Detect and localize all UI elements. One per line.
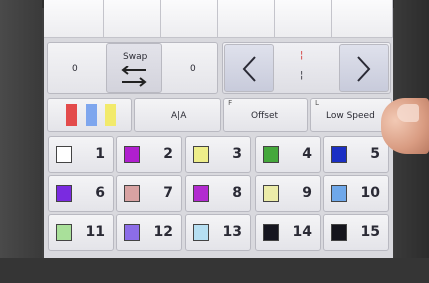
color-swatch-8 — [193, 185, 209, 202]
grid-cell[interactable] — [218, 0, 275, 38]
color-button-12[interactable]: 12 — [116, 214, 182, 251]
color-button-2[interactable]: 2 — [116, 136, 182, 173]
color-button-8[interactable]: 8 — [185, 175, 251, 212]
device-bezel-left — [0, 0, 42, 283]
color-swatch-2 — [124, 146, 140, 163]
color-button-14[interactable]: 14 — [255, 214, 321, 251]
swap-arrows-icon — [121, 66, 147, 87]
color-swatch-14 — [263, 224, 279, 241]
swap-left-value: 0 — [72, 64, 78, 74]
grid-cell[interactable] — [332, 0, 393, 38]
color-button-13[interactable]: 13 — [185, 214, 251, 251]
color-swatch-11 — [56, 224, 72, 241]
grid-cell[interactable] — [161, 0, 218, 38]
chevron-left-icon — [242, 56, 256, 82]
low-speed-label: Low Speed — [326, 111, 375, 121]
color-swatch-15 — [331, 224, 347, 241]
pattern-marker: ¦ — [300, 50, 304, 61]
color-number-14: 14 — [292, 224, 312, 240]
color-button-1[interactable]: 1 — [48, 136, 114, 173]
color-number-9: 9 — [302, 185, 312, 201]
color-swatch-5 — [331, 146, 347, 163]
grid-cell[interactable] — [44, 0, 104, 38]
color-swatch-1 — [56, 146, 72, 163]
color-number-10: 10 — [360, 185, 380, 201]
color-swatch-13 — [193, 224, 209, 241]
color-button-5[interactable]: 5 — [323, 136, 389, 173]
color-button-15[interactable]: 15 — [323, 214, 389, 251]
color-number-4: 4 — [302, 146, 312, 162]
color-number-5: 5 — [370, 146, 380, 162]
low-speed-key-hint: L — [315, 99, 320, 107]
color-button-10[interactable]: 10 — [323, 175, 389, 212]
color-swatch-4 — [263, 146, 279, 163]
color-number-13: 13 — [222, 224, 242, 240]
pattern-marker: ¦ — [300, 70, 304, 81]
color-button-11[interactable]: 11 — [48, 214, 114, 251]
swap-label: Swap — [123, 52, 148, 62]
color-swatch-9 — [263, 185, 279, 202]
swap-right-value: 0 — [190, 64, 196, 74]
color-button-6[interactable]: 6 — [48, 175, 114, 212]
color-number-2: 2 — [163, 146, 173, 162]
mode-label: A|A — [171, 111, 187, 121]
chevron-right-icon — [357, 56, 371, 82]
color-button-4[interactable]: 4 — [255, 136, 321, 173]
color-swatch-10 — [331, 185, 347, 202]
color-swatch-6 — [56, 185, 72, 202]
color-number-12: 12 — [153, 224, 173, 240]
user-fingernail — [397, 104, 419, 122]
device-bezel-bottom — [0, 258, 429, 283]
color-number-3: 3 — [232, 146, 242, 162]
color-number-1: 1 — [95, 146, 105, 162]
color-button-9[interactable]: 9 — [255, 175, 321, 212]
offset-key-hint: F — [228, 99, 233, 107]
grid-cell[interactable] — [104, 0, 161, 38]
offset-label: Offset — [251, 111, 279, 121]
color-swatch-7 — [124, 185, 140, 202]
touch-screen: 0 Swap 0 ¦ ¦ A|A F Offset L Low Speed 12… — [44, 0, 393, 258]
color-number-6: 6 — [95, 185, 105, 201]
color-button-7[interactable]: 7 — [116, 175, 182, 212]
color-bar-blue — [86, 104, 97, 126]
color-swatch-3 — [193, 146, 209, 163]
color-number-7: 7 — [163, 185, 173, 201]
color-button-3[interactable]: 3 — [185, 136, 251, 173]
color-swatch-12 — [124, 224, 140, 241]
color-bar-red — [66, 104, 77, 126]
grid-cell[interactable] — [275, 0, 332, 38]
color-number-15: 15 — [360, 224, 380, 240]
color-number-8: 8 — [232, 185, 242, 201]
color-bar-yellow — [105, 104, 116, 126]
color-number-11: 11 — [85, 224, 105, 240]
